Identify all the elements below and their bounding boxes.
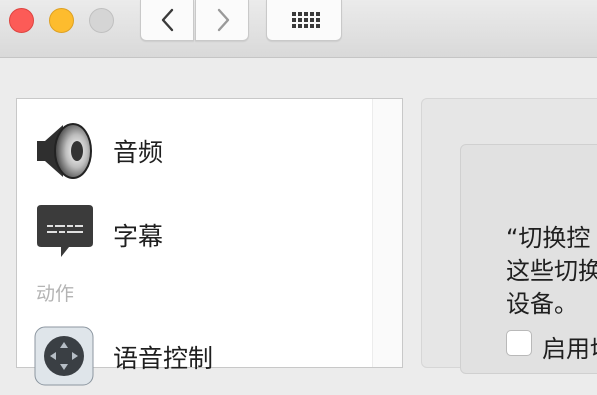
sidebar-item-audio[interactable]: 音频 [17, 119, 372, 189]
section-header-action: 动作 [36, 283, 75, 305]
enable-switch-control-label: 启用切 [542, 335, 597, 363]
sidebar-list: 音频 字幕 动作 语音控制 [16, 98, 403, 386]
enable-switch-control-checkbox[interactable] [506, 330, 532, 356]
back-button[interactable] [140, 0, 194, 41]
sidebar-item-captions[interactable]: 字幕 [17, 203, 372, 273]
close-window-button[interactable] [9, 8, 34, 33]
sidebar-item-label: 语音控制 [113, 344, 214, 373]
grid-icon [292, 12, 320, 28]
chevron-left-icon [161, 8, 174, 32]
sidebar-item-voice-control[interactable]: 语音控制 [17, 325, 372, 395]
detail-description-line-3: 设备。 [506, 290, 578, 318]
speaker-icon [37, 123, 92, 179]
show-all-button[interactable] [266, 0, 342, 41]
sidebar-item-label: 字幕 [113, 222, 164, 251]
zoom-window-button[interactable] [89, 8, 114, 33]
detail-description-line-2: 这些切换 [506, 257, 597, 285]
window-titlebar [0, 0, 597, 58]
chevron-right-icon [217, 8, 230, 32]
forward-button[interactable] [195, 0, 249, 41]
sidebar-item-label: 音频 [113, 138, 164, 167]
scrollbar[interactable] [372, 99, 402, 367]
voice-control-icon [34, 326, 94, 386]
minimize-window-button[interactable] [49, 8, 74, 33]
detail-description-line-1: “切换控 [506, 224, 591, 252]
captions-icon [37, 205, 93, 257]
